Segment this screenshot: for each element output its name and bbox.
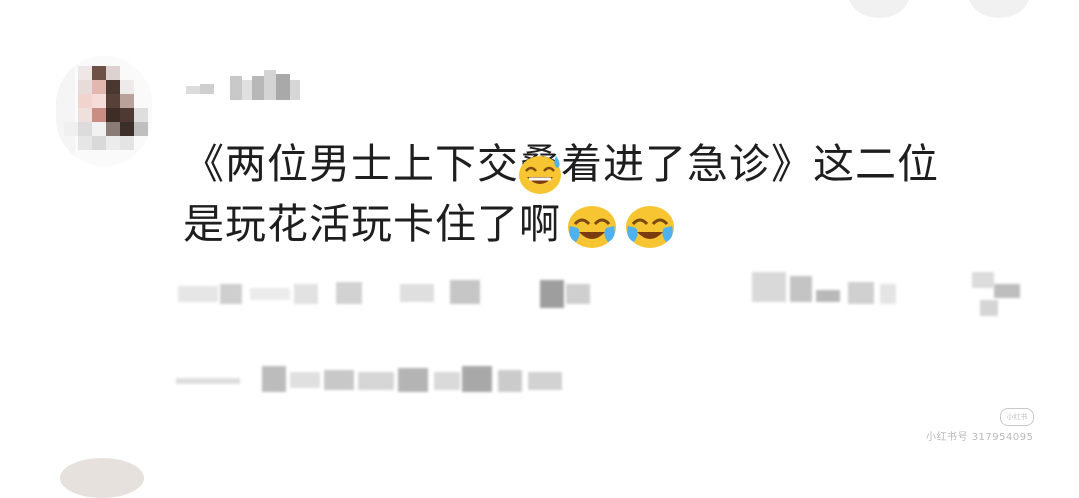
top-action-button-2[interactable] [968, 0, 1030, 18]
top-action-button-1[interactable] [848, 0, 910, 18]
comment-line-2-text: 是玩花活玩卡住了啊 [183, 200, 561, 248]
crying-laughing-icon [626, 206, 674, 248]
grin-sweat-icon [519, 156, 561, 194]
comment-body: 《两位男士上下交叠着进了急诊》这二位 是玩花活玩卡住了啊 [183, 134, 1023, 254]
crying-laughing-icon [568, 206, 616, 248]
comment-line-1: 《两位男士上下交叠着进了急诊》这二位 [183, 140, 939, 188]
next-comment-avatar[interactable] [60, 458, 144, 498]
watermark-logo: 小红书 [1000, 408, 1034, 426]
username[interactable] [186, 70, 306, 106]
avatar[interactable] [56, 56, 152, 166]
comment-line-2: 是玩花活玩卡住了啊 [183, 194, 1023, 254]
watermark-text: 小红书号 317954095 [926, 432, 1034, 443]
